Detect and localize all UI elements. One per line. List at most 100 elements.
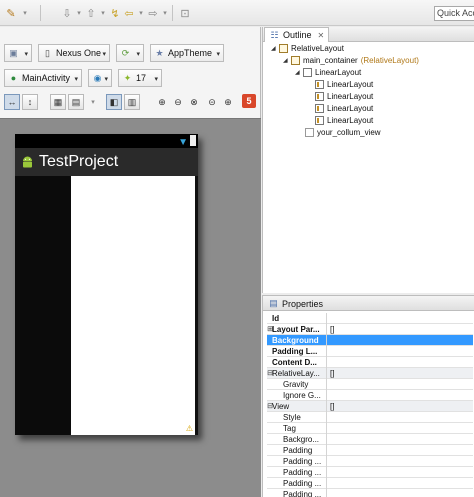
editor-config-row-1: ▣ ▾ ▯ Nexus One ▾ ⟳ ▾ ★ AppTheme ▾ xyxy=(0,40,261,66)
left-column-view[interactable] xyxy=(15,176,71,435)
activity-combo[interactable]: ● MainActivity ▾ xyxy=(4,69,82,87)
property-key: Layout Par... xyxy=(267,324,327,335)
chevron-down-icon: ▾ xyxy=(74,76,78,83)
collapse-triangle-icon[interactable]: ◢ xyxy=(295,69,303,76)
property-row[interactable]: Ignore G... xyxy=(267,390,473,401)
property-row[interactable]: Padding ... xyxy=(267,456,473,467)
tree-node-label: LinearLayout xyxy=(327,79,374,89)
layout-margins-icon[interactable]: ▦ xyxy=(50,94,66,110)
outline-tab-label: Outline xyxy=(283,30,312,40)
property-key: RelativeLay... xyxy=(267,368,327,379)
property-value[interactable] xyxy=(328,313,473,324)
toolbar-separator xyxy=(172,5,173,21)
orientation-combo[interactable]: ⟳ ▾ xyxy=(116,44,144,62)
property-value[interactable] xyxy=(328,379,473,390)
screen-config-combo[interactable]: ▣ ▾ xyxy=(4,44,32,62)
tree-node-relativelayout[interactable]: ◢ RelativeLayout xyxy=(271,42,344,54)
property-key: Padding ... xyxy=(267,478,327,489)
activity-combo-label: MainActivity xyxy=(22,73,71,83)
theme-combo[interactable]: ★ AppTheme ▾ xyxy=(150,44,224,62)
property-row[interactable]: Style xyxy=(267,412,473,423)
property-value[interactable] xyxy=(328,390,473,401)
pin-editor-icon[interactable]: ⊡ xyxy=(178,6,192,20)
chevron-down-icon[interactable]: ▾ xyxy=(158,6,172,20)
zoom-in-icon[interactable]: ⊕ xyxy=(220,94,236,110)
wand-icon[interactable]: ✎ xyxy=(4,6,18,20)
tree-node-label: LinearLayout xyxy=(315,67,362,77)
star-icon: ★ xyxy=(155,47,164,58)
tree-node-linearlayout[interactable]: ◢ LinearLayout xyxy=(295,66,361,78)
tab-outline[interactable]: ☷ Outline ✕ xyxy=(264,27,330,42)
property-row[interactable]: Padding ... xyxy=(267,489,473,497)
error-count-badge[interactable]: 5 xyxy=(242,94,256,108)
property-key: Content D... xyxy=(267,357,327,368)
zoom-real-icon[interactable]: ⊗ xyxy=(186,94,202,110)
property-value[interactable]: [] xyxy=(328,401,473,412)
distribute-weights-icon[interactable]: ▤ xyxy=(68,94,84,110)
tree-node-your-collum-view[interactable]: your_collum_view xyxy=(305,126,381,138)
property-row-selected[interactable]: Background xyxy=(267,335,473,346)
property-value[interactable] xyxy=(328,335,473,346)
zoom-out-icon[interactable]: ⊝ xyxy=(204,94,220,110)
property-category[interactable]: ⊟ RelativeLay...[] xyxy=(267,368,473,379)
property-value[interactable] xyxy=(328,423,473,434)
collapse-triangle-icon[interactable]: ◢ xyxy=(271,45,279,52)
property-key: Padding xyxy=(267,445,327,456)
property-value[interactable]: [] xyxy=(328,368,473,379)
property-row[interactable]: Padding xyxy=(267,445,473,456)
chevron-down-icon[interactable]: ▾ xyxy=(86,95,100,109)
device-preview[interactable]: ▼ TestProject ⚠ xyxy=(15,134,198,435)
outline-icon: ☷ xyxy=(270,29,279,40)
toggle-layout-icon[interactable]: ▥ xyxy=(124,94,140,110)
property-value[interactable] xyxy=(328,445,473,456)
quick-access-input[interactable]: Quick Acc xyxy=(434,6,474,21)
property-key: Padding ... xyxy=(267,467,327,478)
tree-node-linearlayout-child[interactable]: LinearLayout xyxy=(315,78,373,90)
fill-width-icon[interactable]: ↔ xyxy=(4,94,20,110)
property-category[interactable]: ⊟ View[] xyxy=(267,401,473,412)
zoom-fit-icon[interactable]: ⊕ xyxy=(154,94,170,110)
api-level-combo[interactable]: ✦ 17 ▾ xyxy=(118,69,162,87)
property-value[interactable] xyxy=(328,434,473,445)
property-value[interactable] xyxy=(328,357,473,368)
tree-node-linearlayout-child[interactable]: LinearLayout xyxy=(315,102,373,114)
main-content-area[interactable]: ⚠ xyxy=(71,176,195,435)
property-row[interactable]: Padding ... xyxy=(267,478,473,489)
property-row[interactable]: Backgro... xyxy=(267,434,473,445)
fill-height-icon[interactable]: ↕ xyxy=(22,94,38,110)
property-row[interactable]: Gravity xyxy=(267,379,473,390)
tree-node-linearlayout-child[interactable]: LinearLayout xyxy=(315,90,373,102)
locale-combo[interactable]: ◉ ▾ xyxy=(88,69,112,87)
property-row[interactable]: Padding L... xyxy=(267,346,473,357)
design-canvas[interactable]: ▼ TestProject ⚠ xyxy=(0,118,261,497)
property-value[interactable] xyxy=(328,489,473,497)
property-value[interactable]: [] xyxy=(328,324,473,335)
tree-node-linearlayout-child[interactable]: LinearLayout xyxy=(315,114,373,126)
emulate-real-size-icon[interactable]: ◧ xyxy=(106,94,122,110)
property-row[interactable]: Id xyxy=(267,313,473,324)
zoom-actual-icon[interactable]: ⊖ xyxy=(170,94,186,110)
battery-icon xyxy=(190,135,196,146)
device-combo[interactable]: ▯ Nexus One ▾ xyxy=(38,44,110,62)
tree-node-main-container[interactable]: ◢ main_container (RelativeLayout) xyxy=(283,54,419,66)
close-icon[interactable]: ✕ xyxy=(318,31,325,40)
property-value[interactable] xyxy=(328,467,473,478)
collapse-triangle-icon[interactable]: ◢ xyxy=(283,57,291,64)
screen-icon: ▣ xyxy=(9,47,18,58)
property-row[interactable]: Content D... xyxy=(267,357,473,368)
properties-icon: ▤ xyxy=(269,298,278,308)
last-edit-icon[interactable]: ↯ xyxy=(108,6,122,20)
property-value[interactable] xyxy=(328,456,473,467)
property-row[interactable]: Tag xyxy=(267,423,473,434)
property-row[interactable]: ⊞ Layout Par...[] xyxy=(267,324,473,335)
tab-properties[interactable]: ▤ Properties xyxy=(264,296,327,311)
property-value[interactable] xyxy=(328,478,473,489)
chevron-down-icon[interactable]: ▾ xyxy=(18,6,32,20)
property-key: Padding ... xyxy=(267,489,327,497)
property-value[interactable] xyxy=(328,412,473,423)
property-value[interactable] xyxy=(328,346,473,357)
property-key: Style xyxy=(267,412,327,423)
linearlayout-icon xyxy=(315,79,324,89)
properties-panel: ▤ Properties Id ⊞ Layout Par...[] Backgro… xyxy=(262,295,474,497)
property-row[interactable]: Padding ... xyxy=(267,467,473,478)
